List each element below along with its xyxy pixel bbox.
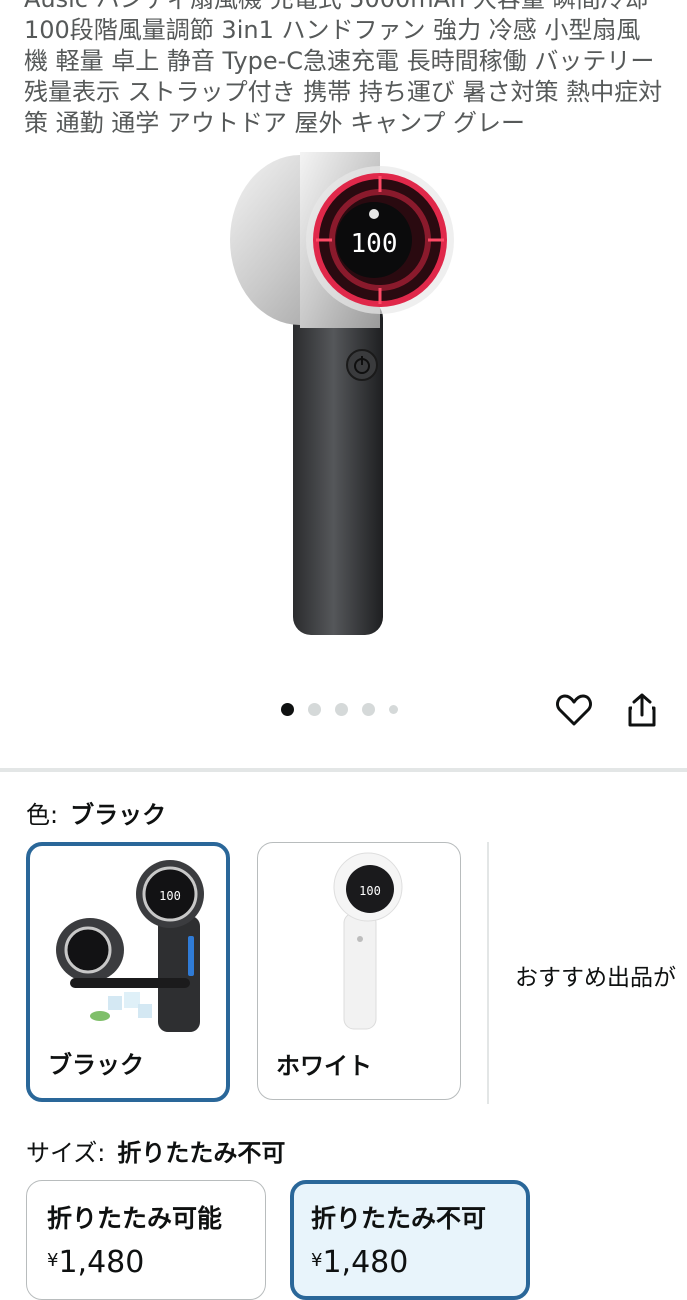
section-divider [0,768,687,772]
size-option-price: ¥1,480 [47,1245,145,1280]
carousel-dot-1[interactable] [281,703,294,716]
product-title: Ausic ハンディ扇風機 充電式 5000mAh 大容量 瞬間冷却 100段階… [24,0,663,137]
carousel-dot-2[interactable] [308,703,321,716]
recommended-offer-link[interactable]: おすすめ出品が [515,958,676,992]
color-option-label: ホワイト [276,1052,372,1080]
white-fan-thumbnail: 100 [333,852,403,1030]
options-separator [487,842,489,1104]
svg-text:100: 100 [159,889,181,903]
size-label: サイズ: [26,1139,106,1167]
size-option-name: 折りたたみ可能 [47,1204,223,1233]
favorite-button[interactable] [554,690,594,730]
size-option-price: ¥1,480 [311,1245,409,1280]
color-option-white[interactable]: 100 ホワイト [257,842,461,1100]
carousel-dot-5[interactable] [389,705,398,714]
size-option-non-foldable[interactable]: 折りたたみ不可 ¥1,480 [290,1180,530,1300]
black-fan-thumbnail: 100 [56,860,204,1032]
color-option-label: ブラック [48,1051,144,1079]
product-image[interactable]: 100 [0,130,687,670]
color-label: 色: [26,801,59,829]
size-label-row: サイズ: 折りたたみ不可 [26,1133,285,1168]
svg-text:100: 100 [359,884,381,898]
heart-icon [556,694,592,726]
size-option-name: 折りたたみ不可 [311,1204,487,1233]
color-selected-value: ブラック [70,801,167,829]
size-selected-value: 折りたたみ不可 [117,1139,286,1167]
share-icon [628,693,656,727]
carousel-dot-4[interactable] [362,703,375,716]
fan-display-readout: 100 [351,229,398,259]
carousel-dot-3[interactable] [335,703,348,716]
carousel-dots[interactable] [281,703,398,716]
size-option-foldable[interactable]: 折りたたみ可能 ¥1,480 [26,1180,266,1300]
color-option-black[interactable]: 100 ブラック [26,842,230,1102]
share-button[interactable] [622,690,662,730]
color-label-row: 色: ブラック [26,795,166,830]
